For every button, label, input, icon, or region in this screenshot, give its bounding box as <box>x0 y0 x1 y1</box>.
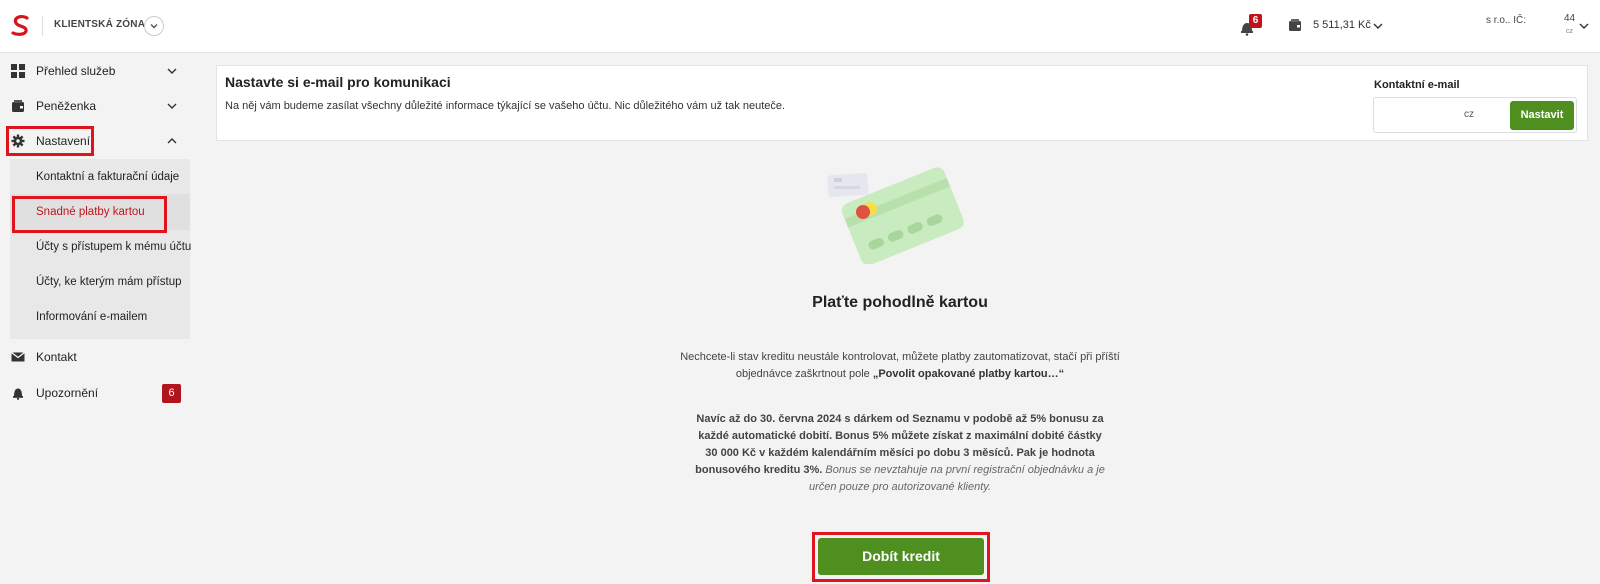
email-panel-description: Na něj vám budeme zasílat všechny důleži… <box>225 100 786 112</box>
account-domain: cz <box>1566 28 1573 35</box>
balance-text[interactable]: 5 511,31 Kč <box>1313 19 1371 31</box>
subitem-label: Účty s přístupem k mému účtu <box>36 241 192 253</box>
sidebar-item-label: Nastavení <box>36 134 91 148</box>
notification-count-badge: 6 <box>162 383 181 403</box>
sidebar-item-label: Peněženka <box>36 99 97 113</box>
sidebar-item-prehled[interactable]: Přehled služeb <box>0 53 190 89</box>
seznam-logo-icon[interactable] <box>10 14 32 38</box>
chevron-down-icon[interactable] <box>1372 20 1384 32</box>
envelope-icon <box>11 352 25 362</box>
zone-title: KLIENTSKÁ ZÓNA <box>54 19 146 30</box>
subitem-label: Účty, ke kterým mám přístup <box>36 276 182 288</box>
subitem-accounts-i-access[interactable]: Účty, ke kterým mám přístup <box>10 264 190 300</box>
subitem-accounts-with-access[interactable]: Účty s přístupem k mému účtu <box>10 229 192 265</box>
subitem-label: Informování e-mailem <box>36 311 148 323</box>
sidebar: Přehled služeb Peněženka Nastavení Konta… <box>0 53 192 584</box>
gear-icon <box>11 134 25 148</box>
sidebar-item-label: Přehled služeb <box>36 64 116 78</box>
top-bar: KLIENTSKÁ ZÓNA 6 5 511,31 Kč s r.o.. IČ:… <box>0 0 1600 53</box>
set-email-button[interactable]: Nastavit <box>1510 101 1574 130</box>
logo-divider <box>42 16 43 36</box>
wallet-icon[interactable] <box>1288 18 1302 32</box>
chevron-down-icon <box>150 24 158 29</box>
account-number[interactable]: 44 <box>1564 14 1575 24</box>
notification-count-badge: 6 <box>1249 14 1262 28</box>
contact-email-field[interactable]: cz Nastavit <box>1373 97 1577 133</box>
contact-email-label: Kontaktní e-mail <box>1374 79 1460 91</box>
bonus-italic-text: Bonus se nevztahuje na první registrační… <box>808 464 1105 493</box>
credit-card-illustration <box>827 167 964 264</box>
subitem-label: Snadné platby kartou <box>36 206 145 218</box>
sidebar-item-upozorneni[interactable]: Upozornění 6 <box>0 375 190 411</box>
intro-bold-text: „Povolit opakované platby kartou…“ <box>872 368 1065 380</box>
wallet-icon <box>12 100 24 112</box>
email-panel-title: Nastavte si e-mail pro komunikaci <box>225 74 451 90</box>
sidebar-item-kontakt[interactable]: Kontakt <box>0 339 190 375</box>
email-settings-panel: Nastavte si e-mail pro komunikaci Na něj… <box>216 65 1588 141</box>
notifications-button[interactable]: 6 <box>1239 14 1265 38</box>
main-title: Plaťte pohodlně kartou <box>812 294 988 311</box>
chevron-down-icon <box>167 68 177 74</box>
subitem-contact-billing[interactable]: Kontaktní a fakturační údaje <box>10 159 190 195</box>
sidebar-item-label: Kontakt <box>36 350 77 364</box>
topup-credit-button[interactable]: Dobít kredit <box>818 538 984 575</box>
chevron-up-icon <box>167 138 177 144</box>
contact-email-value[interactable]: cz <box>1464 109 1474 120</box>
sidebar-item-penezenka[interactable]: Peněženka <box>0 88 190 124</box>
intro-paragraph: Nechcete-li stav kreditu neustále kontro… <box>680 349 1120 383</box>
dashboard-icon <box>11 64 25 78</box>
company-info: s r.o.. IČ: <box>1486 15 1527 26</box>
bell-icon <box>13 388 23 400</box>
subitem-easy-card-payments[interactable]: Snadné platby kartou <box>10 194 190 230</box>
zone-menu-button[interactable] <box>144 16 164 36</box>
subitem-label: Kontaktní a fakturační údaje <box>36 171 180 183</box>
sidebar-item-nastaveni[interactable]: Nastavení <box>0 123 190 159</box>
chevron-down-icon[interactable] <box>1578 20 1590 32</box>
subitem-email-notifications[interactable]: Informování e-mailem <box>10 299 190 335</box>
sidebar-item-label: Upozornění <box>36 386 99 400</box>
chevron-down-icon <box>167 103 177 109</box>
bonus-paragraph: Navíc až do 30. června 2024 s dárkem od … <box>694 411 1106 496</box>
